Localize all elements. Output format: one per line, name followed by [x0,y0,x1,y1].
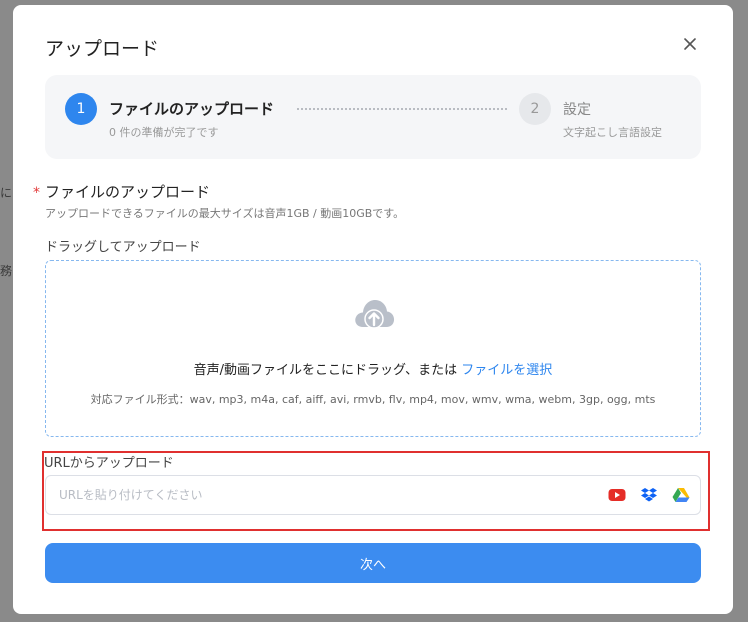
modal-title: アップロード [45,38,160,60]
url-upload-label: URLからアップロード [44,456,174,471]
file-size-limit-note: アップロードできるファイルの最大サイズは音声1GB / 動画10GBです。 [45,207,405,220]
step-2-subtitle: 文字起こし言語設定 [563,126,662,139]
dropbox-icon[interactable] [640,487,658,503]
step-2-title: 設定 [563,102,591,118]
drag-upload-label: ドラッグしてアップロード [45,240,201,255]
step-1-subtitle: 0 件の準備が完了です [109,126,219,139]
required-marker: * [33,185,40,201]
step-1-title: ファイルのアップロード [109,100,275,118]
cloud-upload-icon [355,300,395,329]
close-icon[interactable] [681,35,699,53]
file-dropzone[interactable]: 音声/動画ファイルをここにドラッグ、または ファイルを選択 対応ファイル形式：w… [45,260,701,437]
url-input-container [45,475,701,515]
step-2-indicator: 2 [519,93,551,125]
dropzone-instruction: 音声/動画ファイルをここにドラッグ、または ファイルを選択 [46,359,700,378]
next-button[interactable]: 次へ [45,543,701,583]
supported-formats: 対応ファイル形式：wav, mp3, m4a, caf, aiff, avi, … [90,393,656,406]
dropzone-instruction-text: 音声/動画ファイルをここにドラッグ、または [193,363,458,378]
youtube-icon[interactable] [608,487,626,503]
step-1-indicator: 1 [65,93,97,125]
file-upload-section-title: ファイルのアップロード [45,183,211,201]
background-text-fragment: 務 [0,264,13,278]
select-file-link[interactable]: ファイルを選択 [461,363,552,378]
google-drive-icon[interactable] [672,487,690,503]
step-divider [297,108,507,110]
url-input[interactable] [47,477,587,513]
upload-stepper: 1 ファイルのアップロード 0 件の準備が完了です 2 設定 文字起こし言語設定 [45,75,701,159]
background-text-fragment: に [0,186,13,200]
upload-modal: アップロード 1 ファイルのアップロード 0 件の準備が完了です 2 設定 文字… [13,5,733,614]
